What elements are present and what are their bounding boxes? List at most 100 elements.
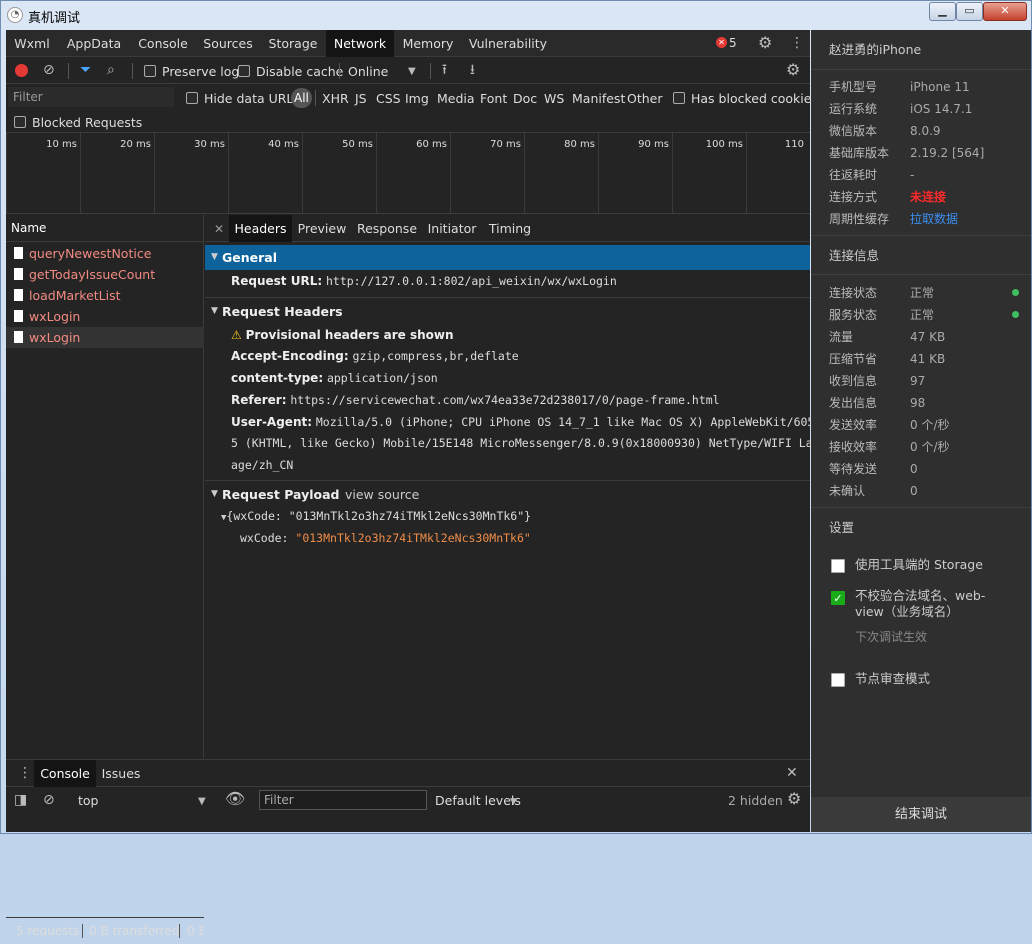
request-row-selected[interactable]: wxLogin bbox=[6, 327, 204, 348]
chevron-down-icon[interactable]: ▼ bbox=[198, 795, 206, 809]
info-row-rtt: 往返耗时 - bbox=[829, 164, 1019, 186]
sidebar-toggle-icon[interactable]: ◨ bbox=[14, 793, 27, 807]
console-filter-input[interactable]: Filter bbox=[259, 790, 427, 810]
throttle-select[interactable]: Online bbox=[348, 64, 388, 79]
fetch-data-link[interactable]: 拉取数据 bbox=[910, 208, 958, 230]
error-count[interactable]: 5 bbox=[729, 30, 737, 57]
node-inspect-checkbox[interactable] bbox=[831, 673, 845, 687]
tab-preview[interactable]: Preview bbox=[292, 215, 352, 242]
filter-type-all[interactable]: All bbox=[291, 88, 312, 108]
search-icon[interactable]: ⌕ bbox=[107, 63, 115, 77]
disable-cache-checkbox[interactable] bbox=[238, 65, 250, 77]
info-key: 连接方式 bbox=[829, 190, 878, 204]
hide-data-urls-checkbox[interactable] bbox=[186, 92, 198, 104]
clear-console-icon[interactable]: ⊘ bbox=[43, 793, 55, 807]
filter-type-xhr[interactable]: XHR bbox=[322, 91, 349, 106]
info-row-lib-version: 基础库版本 2.19.2 [564] bbox=[829, 142, 1019, 164]
window-title: 真机调试 bbox=[28, 11, 81, 26]
timeline-overview[interactable]: 10 ms 20 ms 30 ms 40 ms 50 ms 60 ms 70 m… bbox=[6, 133, 810, 214]
has-blocked-cookies-checkbox[interactable] bbox=[673, 92, 685, 104]
filter-type-other[interactable]: Other bbox=[627, 91, 663, 106]
maximize-button[interactable]: ▭ bbox=[956, 2, 983, 21]
general-section-header[interactable]: ▼ General bbox=[205, 245, 810, 270]
context-select[interactable]: top bbox=[78, 793, 98, 808]
tab-memory[interactable]: Memory bbox=[394, 30, 462, 57]
skip-domain-check-checkbox[interactable]: ✓ bbox=[831, 591, 845, 605]
request-detail: ✕ Headers Preview Response Initiator Tim… bbox=[205, 215, 842, 758]
preserve-log-checkbox[interactable] bbox=[144, 65, 156, 77]
console-settings-icon[interactable]: ⚙ bbox=[787, 791, 801, 807]
filter-type-ws[interactable]: WS bbox=[544, 91, 564, 106]
close-detail-icon[interactable]: ✕ bbox=[214, 222, 224, 236]
payload-summary[interactable]: ▼{wxCode: "013MnTkl2o3hz74iTMkl2eNcs30Mn… bbox=[221, 506, 531, 529]
request-row[interactable]: getTodayIssueCount bbox=[6, 264, 204, 285]
info-key: 发送效率 bbox=[829, 418, 878, 432]
timeline-tick: 60 ms bbox=[416, 133, 451, 214]
tab-response[interactable]: Response bbox=[352, 215, 422, 242]
record-icon[interactable] bbox=[15, 64, 28, 77]
more-vert-icon[interactable]: ⋮ bbox=[790, 36, 804, 50]
header-key: Accept-Encoding: bbox=[231, 349, 349, 363]
tab-console[interactable]: Console bbox=[130, 30, 196, 57]
info-key: 微信版本 bbox=[829, 124, 878, 138]
tab-timing[interactable]: Timing bbox=[482, 215, 538, 242]
info-row-model: 手机型号 iPhone 11 bbox=[829, 76, 1019, 98]
filter-type-font[interactable]: Font bbox=[480, 91, 507, 106]
gear-icon[interactable]: ⚙ bbox=[758, 35, 772, 51]
close-window-button[interactable]: ✕ bbox=[983, 2, 1027, 21]
levels-select[interactable]: Default levels bbox=[435, 793, 521, 808]
end-debug-button[interactable]: 结束调试 bbox=[811, 797, 1031, 832]
tab-storage[interactable]: Storage bbox=[260, 30, 326, 57]
drawer-menu-icon[interactable]: ⋮ bbox=[18, 766, 32, 780]
info-row-connection: 连接方式 未连接 bbox=[829, 186, 1019, 208]
name-column-header[interactable]: Name bbox=[6, 215, 203, 242]
filter-type-js[interactable]: JS bbox=[355, 91, 367, 106]
provisional-warning: ⚠ Provisional headers are shown bbox=[231, 325, 454, 346]
info-key: 手机型号 bbox=[829, 80, 878, 94]
tab-headers[interactable]: Headers bbox=[229, 215, 292, 242]
close-drawer-icon[interactable]: ✕ bbox=[786, 766, 798, 780]
header-value: gzip,compress,br,deflate bbox=[352, 349, 519, 363]
request-row[interactable]: loadMarketList bbox=[6, 285, 204, 306]
blocked-requests-checkbox[interactable] bbox=[14, 116, 26, 128]
drawer-tab-console[interactable]: Console bbox=[34, 760, 96, 787]
tab-vulnerability[interactable]: Vulnerability bbox=[462, 30, 554, 57]
filter-type-manifest[interactable]: Manifest bbox=[572, 91, 625, 106]
tab-initiator[interactable]: Initiator bbox=[422, 215, 482, 242]
info-row-cache: 周期性缓存 拉取数据 bbox=[829, 208, 1019, 230]
eye-icon[interactable]: 👁 bbox=[225, 791, 245, 807]
filter-type-img[interactable]: Img bbox=[405, 91, 429, 106]
tab-sources[interactable]: Sources bbox=[196, 30, 260, 57]
timeline-tick: 10 ms bbox=[46, 133, 81, 214]
payload-value: "013MnTkl2o3hz74iTMkl2eNcs30MnTk6" bbox=[295, 531, 531, 545]
view-source-link[interactable]: view source bbox=[345, 482, 419, 507]
tab-appdata[interactable]: AppData bbox=[58, 30, 130, 57]
request-payload-section-header[interactable]: ▼ Request Payload view source bbox=[205, 482, 810, 507]
import-icon[interactable]: ⭱ bbox=[442, 63, 447, 77]
network-settings-icon[interactable]: ⚙ bbox=[786, 62, 800, 78]
error-icon[interactable]: ✕ bbox=[716, 37, 727, 48]
request-row[interactable]: queryNewestNotice bbox=[6, 243, 204, 264]
request-headers-section-header[interactable]: ▼ Request Headers bbox=[205, 299, 810, 324]
filter-type-media[interactable]: Media bbox=[437, 91, 475, 106]
drawer-tab-issues[interactable]: Issues bbox=[96, 760, 146, 787]
filter-type-doc[interactable]: Doc bbox=[513, 91, 537, 106]
request-name: wxLogin bbox=[29, 309, 81, 324]
request-row[interactable]: wxLogin bbox=[6, 306, 204, 327]
chevron-down-icon[interactable]: ▼ bbox=[510, 795, 517, 809]
tab-network[interactable]: Network bbox=[326, 30, 394, 57]
info-row-wechat-version: 微信版本 8.0.9 bbox=[829, 120, 1019, 142]
filter-type-css[interactable]: CSS bbox=[376, 91, 401, 106]
timeline-tick-label: 60 ms bbox=[416, 139, 447, 150]
filter-input[interactable]: Filter bbox=[8, 87, 174, 107]
clear-icon[interactable]: ⊘ bbox=[43, 63, 55, 77]
info-key: 发出信息 bbox=[829, 396, 878, 410]
export-icon[interactable]: ⭳ bbox=[470, 63, 475, 77]
use-tool-storage-checkbox[interactable] bbox=[831, 559, 845, 573]
chevron-down-icon[interactable]: ▼ bbox=[408, 65, 416, 79]
minimize-button[interactable]: ▁ bbox=[929, 2, 956, 21]
header-referer: Referer: https://servicewechat.com/wx74e… bbox=[231, 390, 720, 411]
tab-wxml[interactable]: Wxml bbox=[6, 30, 58, 57]
filter-icon[interactable]: ⏷ bbox=[80, 63, 91, 77]
info-key: 流量 bbox=[829, 330, 854, 344]
